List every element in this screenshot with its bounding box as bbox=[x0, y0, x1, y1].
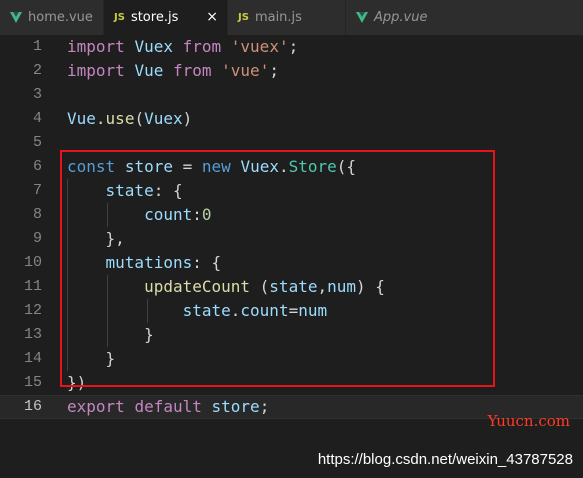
tab-main-js[interactable]: JS main.js bbox=[228, 0, 346, 35]
code-token: use bbox=[105, 109, 135, 128]
tab-label: store.js bbox=[130, 10, 179, 25]
line-number: 12 bbox=[23, 302, 42, 319]
line-number: 4 bbox=[32, 110, 42, 127]
line-number: 10 bbox=[23, 254, 42, 271]
vue-icon bbox=[356, 12, 368, 23]
tab-label: App.vue bbox=[374, 10, 428, 25]
line-number: 2 bbox=[32, 62, 42, 79]
code-token: ; bbox=[269, 61, 279, 80]
code-text: export default store; bbox=[67, 396, 269, 418]
tab-home-vue[interactable]: home.vue bbox=[0, 0, 104, 35]
code-token: 'vue' bbox=[221, 61, 270, 80]
code-token: import bbox=[67, 61, 125, 80]
code-token: Vue bbox=[134, 61, 164, 80]
close-icon[interactable]: × bbox=[206, 9, 218, 25]
line-number: 5 bbox=[32, 134, 42, 151]
tab-app-vue[interactable]: App.vue bbox=[346, 0, 583, 35]
line-number: 6 bbox=[32, 158, 42, 175]
code-token: Vuex bbox=[134, 37, 173, 56]
line-number: 13 bbox=[23, 326, 42, 343]
code-token: 'vuex' bbox=[230, 37, 289, 56]
tab-bar: home.vue JS store.js × JS main.js App.vu… bbox=[0, 0, 583, 35]
line-number: 8 bbox=[32, 206, 42, 223]
code-line[interactable]: 3 bbox=[0, 83, 583, 107]
vue-icon bbox=[10, 12, 22, 23]
code-text: Vue.use(Vuex) bbox=[67, 107, 192, 131]
code-token: ) bbox=[182, 109, 193, 128]
line-number: 16 bbox=[23, 398, 42, 415]
highlight-box bbox=[60, 150, 495, 387]
code-line[interactable]: 1 import Vuex from 'vuex'; bbox=[0, 35, 583, 59]
code-line[interactable]: 4 Vue.use(Vuex) bbox=[0, 107, 583, 131]
watermark-url: https://blog.csdn.net/weixin_43787528 bbox=[317, 451, 573, 468]
code-token: Vuex bbox=[144, 109, 183, 128]
code-token: Vue bbox=[67, 109, 96, 128]
tab-label: main.js bbox=[254, 10, 302, 25]
js-icon: JS bbox=[114, 12, 125, 23]
line-number: 15 bbox=[23, 374, 42, 391]
code-text: import Vue from 'vue'; bbox=[67, 59, 279, 83]
code-token: ( bbox=[134, 109, 145, 128]
code-token: import bbox=[67, 37, 125, 56]
line-number: 9 bbox=[32, 230, 42, 247]
js-icon: JS bbox=[238, 12, 249, 23]
code-token: ; bbox=[259, 397, 270, 416]
line-number: 11 bbox=[23, 278, 42, 295]
line-number: 3 bbox=[32, 86, 42, 103]
code-token: default bbox=[134, 397, 202, 416]
watermark-site: Yuucn.com bbox=[487, 412, 570, 430]
line-number: 7 bbox=[32, 182, 42, 199]
tab-label: home.vue bbox=[28, 10, 93, 25]
code-token: ; bbox=[288, 37, 299, 56]
tab-store-js[interactable]: JS store.js × bbox=[104, 0, 228, 35]
line-number: 1 bbox=[32, 38, 42, 55]
line-number: 14 bbox=[23, 350, 42, 367]
code-token: from bbox=[182, 37, 222, 56]
code-token: from bbox=[172, 61, 212, 80]
code-text: import Vuex from 'vuex'; bbox=[67, 35, 298, 59]
code-token: export bbox=[67, 397, 125, 416]
code-token: store bbox=[211, 397, 260, 416]
code-line[interactable]: 2 import Vue from 'vue'; bbox=[0, 59, 583, 83]
code-token: . bbox=[95, 109, 106, 128]
